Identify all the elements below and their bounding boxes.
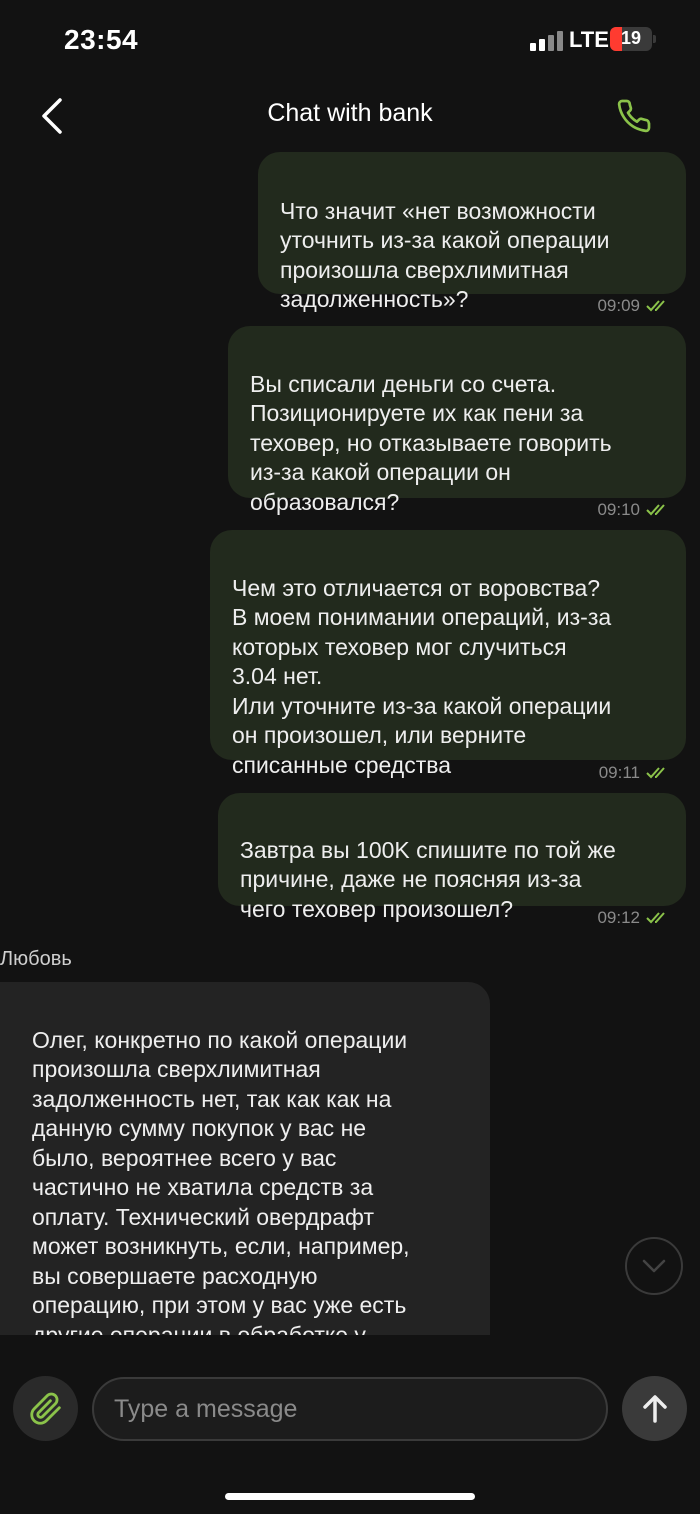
outgoing-message[interactable]: Завтра вы 100K спишите по той же причине… xyxy=(218,793,686,922)
message-time: 09:10 xyxy=(597,500,640,519)
arrow-up-icon xyxy=(642,1394,667,1423)
status-bar: 23:54 LTE 19 xyxy=(0,0,700,80)
message-time: 09:12 xyxy=(597,908,640,927)
incoming-message[interactable]: Олег, конкретно по какой операции произо… xyxy=(0,982,490,1335)
composer xyxy=(0,1336,700,1514)
message-meta: 09:09 xyxy=(597,296,670,316)
signal-icon xyxy=(530,31,564,51)
message-meta: 09:12 xyxy=(597,908,670,928)
battery-tip xyxy=(653,35,656,43)
home-indicator xyxy=(225,1493,475,1500)
message-text: Вы списали деньги со счета. Позиционируе… xyxy=(250,370,612,515)
paperclip-icon xyxy=(29,1392,61,1425)
outgoing-message[interactable]: Чем это отличается от воровства? В моем … xyxy=(210,530,686,778)
message-meta: 09:11 xyxy=(599,763,670,783)
battery-icon: 19 xyxy=(610,27,652,51)
status-time: 23:54 xyxy=(64,24,139,55)
message-list[interactable]: Что значит «нет возможности уточнить из-… xyxy=(0,150,700,1335)
message-time: 09:11 xyxy=(598,763,640,782)
message-input[interactable] xyxy=(92,1377,608,1441)
double-check-icon xyxy=(646,912,665,924)
sender-name: Любовь xyxy=(0,948,72,970)
page-title: Chat with bank xyxy=(267,99,433,127)
attach-button[interactable] xyxy=(13,1376,78,1441)
call-button[interactable] xyxy=(608,90,660,142)
outgoing-message[interactable]: Что значит «нет возможности уточнить из-… xyxy=(258,152,686,312)
double-check-icon xyxy=(646,767,665,779)
message-meta: 09:10 xyxy=(597,500,670,520)
message-text: Что значит «нет возможности уточнить из-… xyxy=(280,197,610,313)
chat-header: Chat with bank xyxy=(0,80,700,150)
double-check-icon xyxy=(646,300,665,312)
message-text: Завтра вы 100K спишите по той же причине… xyxy=(240,836,616,922)
battery-level: 19 xyxy=(620,28,642,48)
scroll-down-button[interactable] xyxy=(625,1237,683,1295)
message-text: Олег, конкретно по какой операции произо… xyxy=(32,1026,410,1336)
message-time: 09:09 xyxy=(597,296,640,315)
message-text: Чем это отличается от воровства? В моем … xyxy=(232,574,612,778)
chevron-down-icon xyxy=(642,1259,666,1273)
phone-icon xyxy=(617,99,651,133)
network-type: LTE xyxy=(569,27,609,52)
send-button[interactable] xyxy=(622,1376,687,1441)
outgoing-message[interactable]: Вы списали деньги со счета. Позиционируе… xyxy=(228,326,686,515)
double-check-icon xyxy=(646,504,665,516)
